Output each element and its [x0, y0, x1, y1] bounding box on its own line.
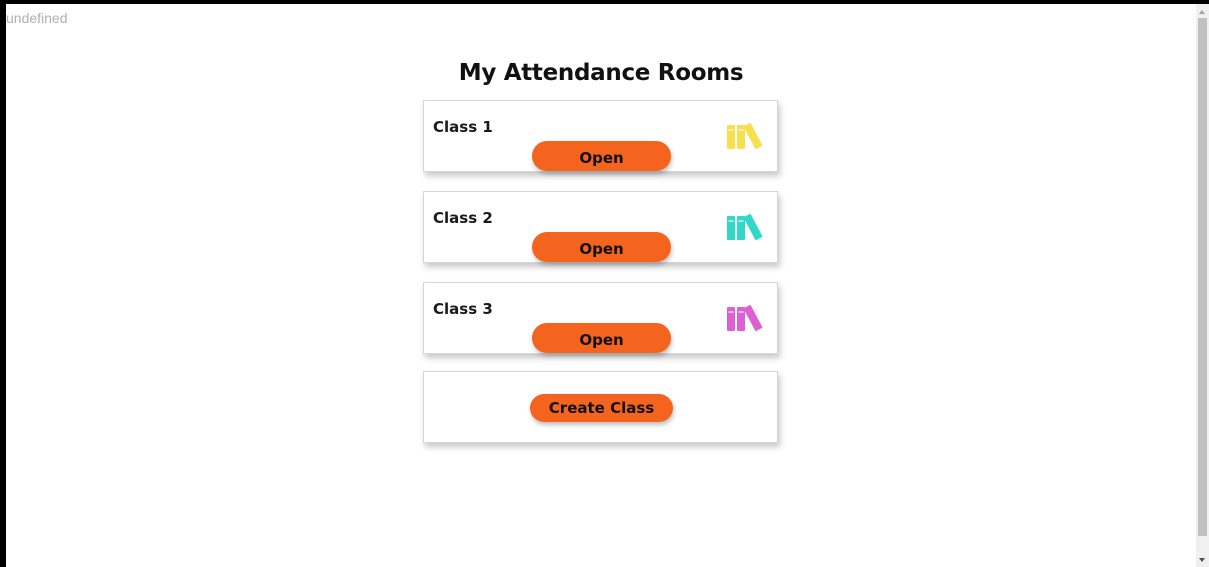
books-icon: [727, 214, 763, 240]
class-name: Class 1: [433, 118, 493, 136]
page-title: My Attendance Rooms: [458, 60, 744, 86]
scroll-up-arrow-icon[interactable]: [1199, 10, 1205, 14]
open-class-button[interactable]: Open: [532, 232, 671, 262]
create-class-button[interactable]: Create Class: [530, 394, 673, 422]
open-class-button[interactable]: Open: [532, 141, 671, 171]
vertical-scrollbar[interactable]: [1196, 4, 1209, 567]
app-frame: undefined My Attendance Rooms Class 1 Op…: [6, 4, 1196, 567]
create-class-card: Create Class: [423, 371, 778, 443]
books-icon: [727, 305, 763, 331]
class-card: Class 3 Open: [423, 282, 778, 354]
debug-text: undefined: [6, 10, 68, 26]
class-card: Class 1 Open: [423, 100, 778, 172]
class-name: Class 3: [433, 300, 493, 318]
class-card: Class 2 Open: [423, 191, 778, 263]
class-name: Class 2: [433, 209, 493, 227]
books-icon: [727, 123, 763, 149]
scroll-thumb[interactable]: [1198, 18, 1207, 536]
open-class-button[interactable]: Open: [532, 323, 671, 353]
scroll-down-arrow-icon[interactable]: [1199, 558, 1205, 562]
